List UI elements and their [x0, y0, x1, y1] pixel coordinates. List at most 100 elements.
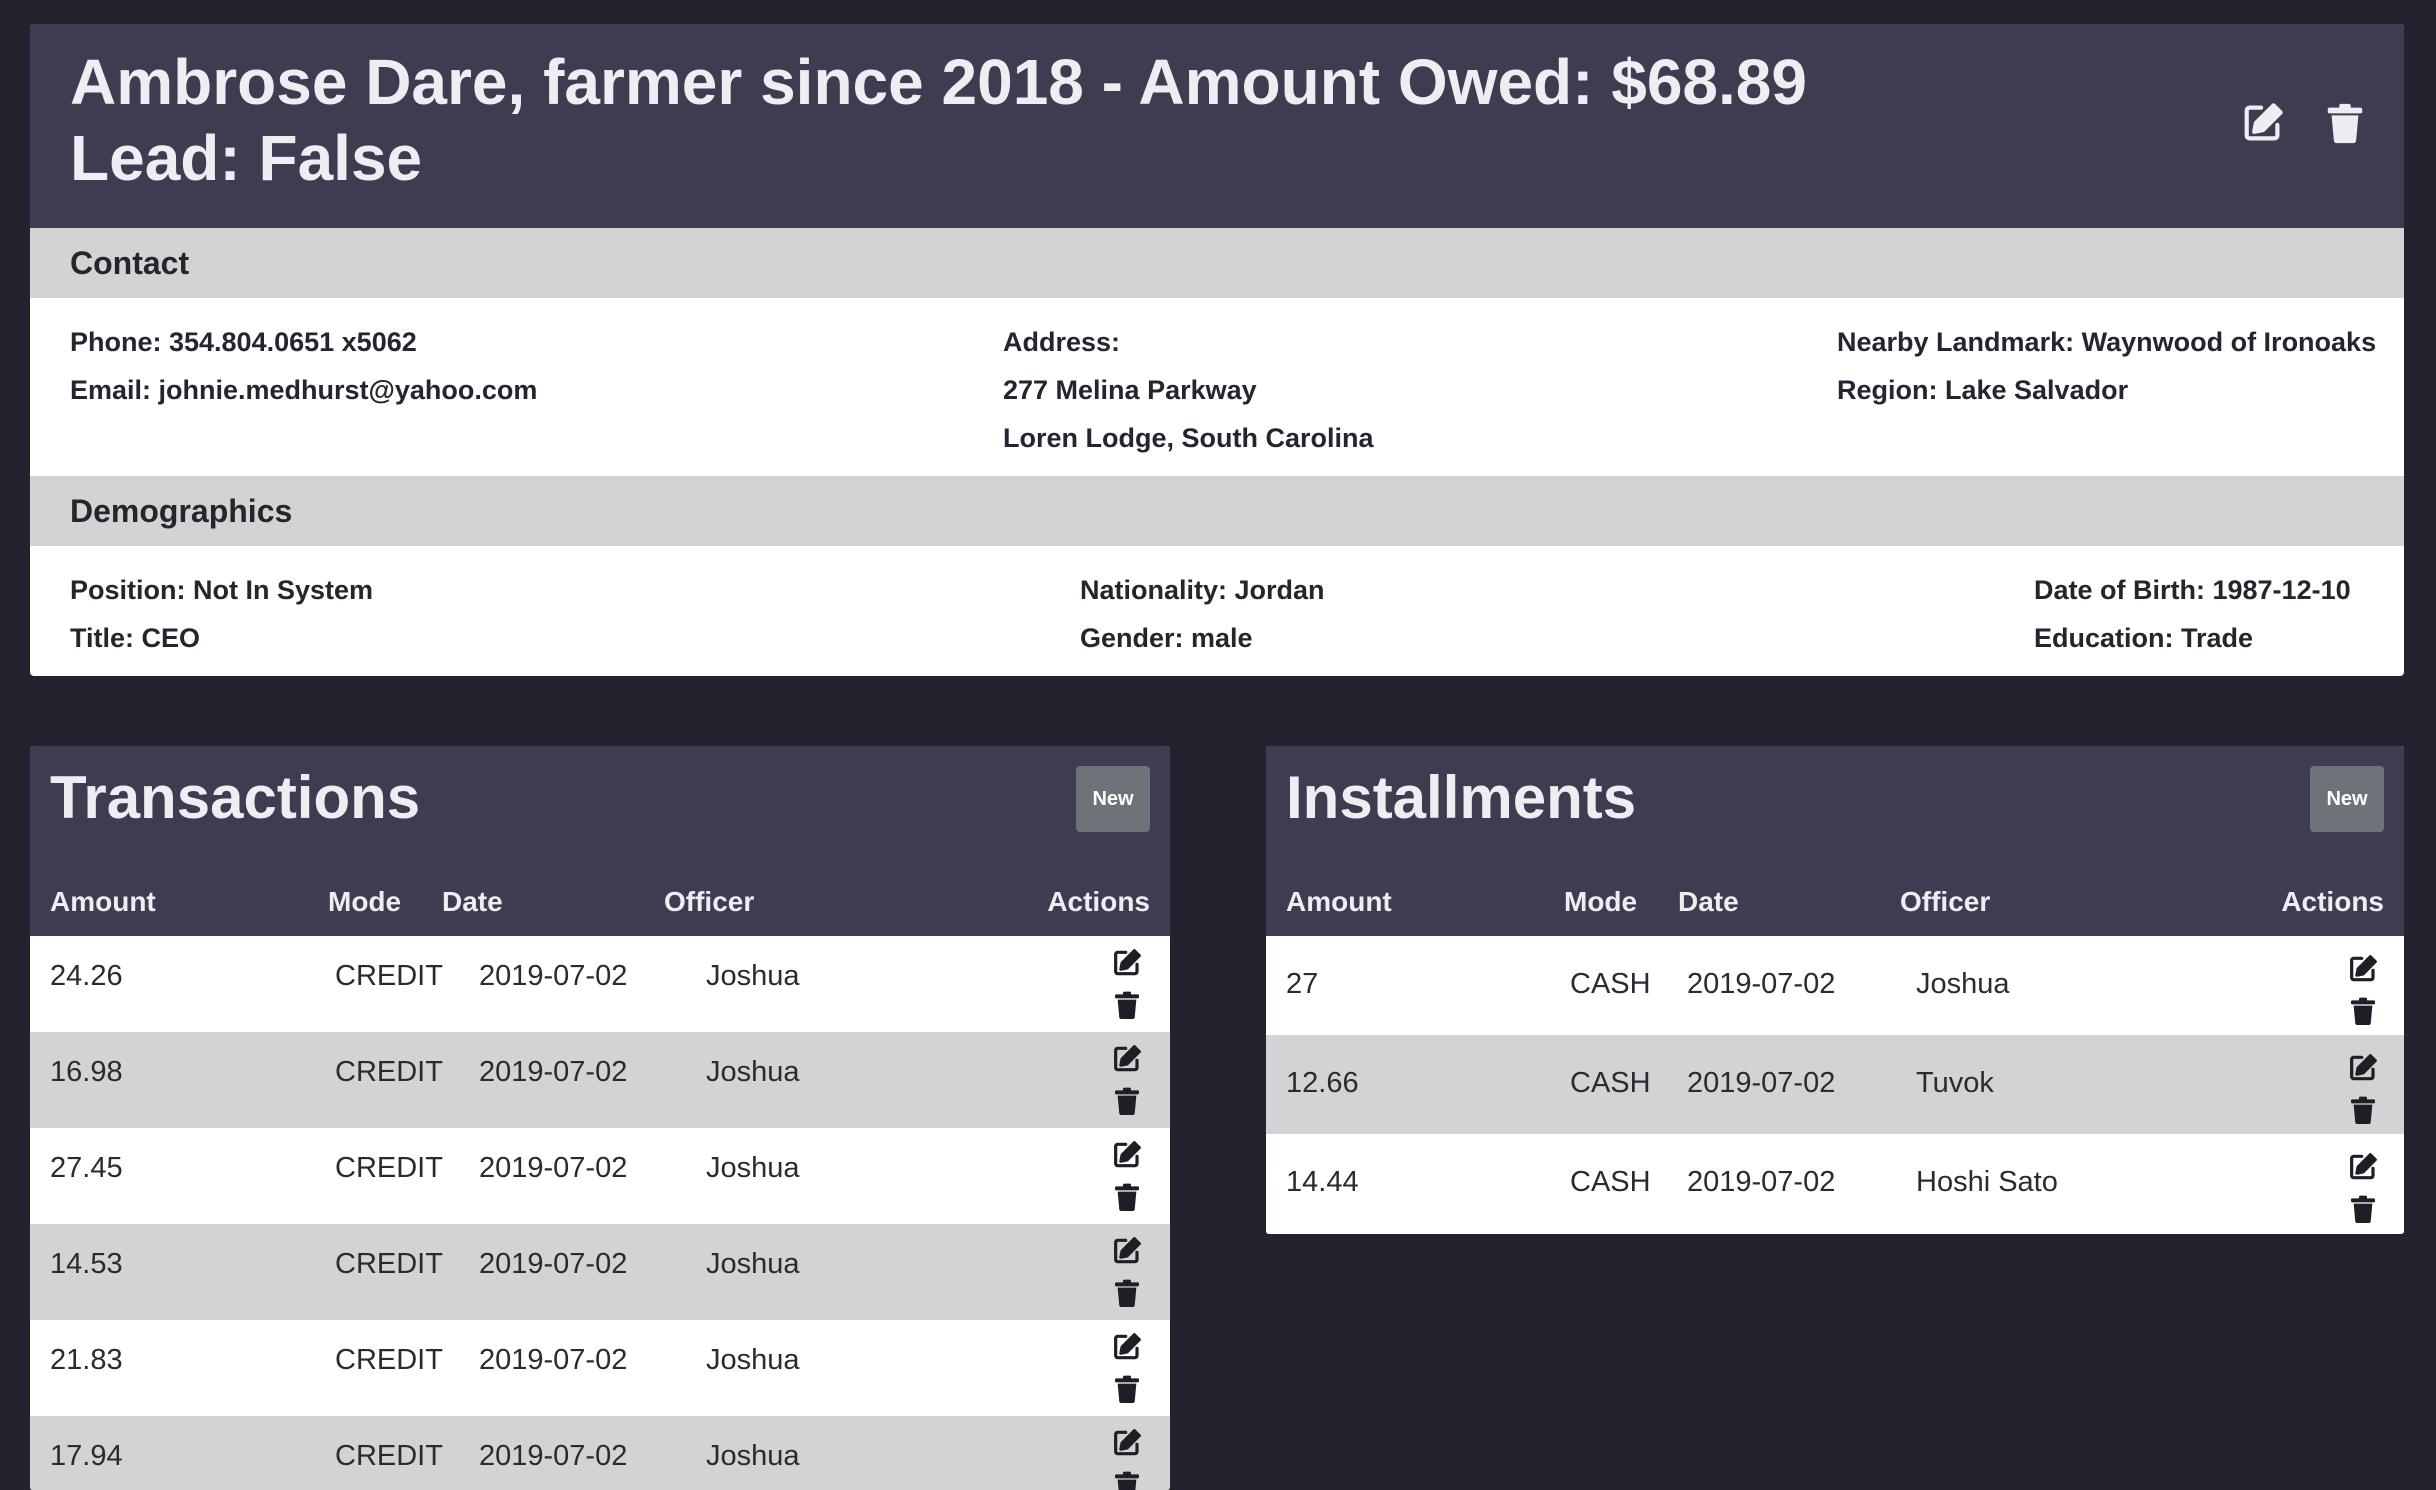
row-actions	[1109, 946, 1145, 1022]
cell-officer: Tuvok	[1916, 1067, 1994, 1099]
cell-mode: CREDIT	[335, 1056, 443, 1088]
trash-icon[interactable]	[1109, 1276, 1145, 1310]
trash-icon[interactable]	[2322, 100, 2368, 146]
trash-icon[interactable]	[2345, 994, 2381, 1028]
column-header-mode[interactable]: Mode	[328, 880, 401, 924]
cell-date: 2019-07-02	[479, 960, 628, 992]
column-header-actions: Actions	[1047, 886, 1150, 917]
cell-date: 2019-07-02	[1687, 968, 1836, 1000]
table-row: 14.44 CASH 2019-07-02 Hoshi Sato	[1266, 1134, 2404, 1233]
cell-date: 2019-07-02	[479, 1056, 628, 1088]
installments-header: Installments New Amount Mode Date Office…	[1266, 746, 2404, 936]
edit-icon[interactable]	[2345, 1051, 2381, 1085]
edit-icon[interactable]	[2240, 100, 2286, 146]
row-actions	[2345, 952, 2381, 1028]
column-header-date[interactable]: Date	[1678, 880, 1739, 924]
column-header-actions: Actions	[2281, 886, 2384, 917]
nationality-field: Nationality: Jordan	[1080, 575, 1325, 605]
cell-date: 2019-07-02	[479, 1248, 628, 1280]
cell-date: 2019-07-02	[1687, 1166, 1836, 1198]
transactions-panel: Transactions New Amount Mode Date Office…	[30, 746, 1170, 1490]
cell-amount: 16.98	[50, 1056, 123, 1088]
cell-mode: CREDIT	[335, 960, 443, 992]
cell-amount: 17.94	[50, 1440, 123, 1472]
contact-col-right: Nearby Landmark: Waynwood of Ironoaks Re…	[1837, 318, 2376, 414]
cell-officer: Joshua	[706, 1440, 800, 1472]
new-transaction-button[interactable]: New	[1076, 766, 1150, 832]
column-header-date[interactable]: Date	[442, 880, 503, 924]
address-label: Address:	[1003, 327, 1121, 357]
dob-field: Date of Birth: 1987-12-10	[2034, 575, 2351, 605]
demographics-col-left: Position: Not In System Title: CEO	[70, 566, 373, 662]
trash-icon[interactable]	[2345, 1192, 2381, 1226]
cell-officer: Joshua	[1916, 968, 2010, 1000]
demographics-col-right: Date of Birth: 1987-12-10 Education: Tra…	[2034, 566, 2351, 662]
row-actions	[2345, 1150, 2381, 1226]
trash-icon[interactable]	[2345, 1093, 2381, 1127]
cell-mode: CREDIT	[335, 1248, 443, 1280]
trash-icon[interactable]	[1109, 988, 1145, 1022]
row-actions	[1109, 1138, 1145, 1214]
column-header-amount[interactable]: Amount	[1286, 880, 1392, 924]
demographics-section-header: Demographics	[30, 476, 2404, 546]
cell-date: 2019-07-02	[479, 1344, 628, 1376]
column-header-mode[interactable]: Mode	[1564, 880, 1637, 924]
cell-officer: Joshua	[706, 1248, 800, 1280]
cell-date: 2019-07-02	[479, 1152, 628, 1184]
edit-icon[interactable]	[1109, 1042, 1145, 1076]
edit-icon[interactable]	[2345, 952, 2381, 986]
edit-icon[interactable]	[1109, 1330, 1145, 1364]
landmark-field: Nearby Landmark: Waynwood of Ironoaks	[1837, 327, 2377, 357]
cell-mode: CREDIT	[335, 1440, 443, 1472]
cell-mode: CREDIT	[335, 1152, 443, 1184]
table-row: 24.26 CREDIT 2019-07-02 Joshua	[30, 936, 1170, 1032]
contact-section-header: Contact	[30, 228, 2404, 298]
trash-icon[interactable]	[1109, 1180, 1145, 1214]
cell-mode: CASH	[1570, 1067, 1651, 1099]
trash-icon[interactable]	[1109, 1468, 1145, 1490]
farmer-title-line1: Ambrose Dare, farmer since 2018 - Amount…	[70, 46, 1807, 118]
cell-mode: CASH	[1570, 1166, 1651, 1198]
row-actions	[2345, 1051, 2381, 1127]
cell-date: 2019-07-02	[1687, 1067, 1836, 1099]
demographics-section: Position: Not In System Title: CEO Natio…	[30, 546, 2404, 676]
cell-mode: CASH	[1570, 968, 1651, 1000]
farmer-card: Ambrose Dare, farmer since 2018 - Amount…	[30, 24, 2404, 676]
education-field: Education: Trade	[2034, 623, 2254, 653]
installments-table-body: 27 CASH 2019-07-02 Joshua 12.66 CASH 2019-07-0…	[1266, 936, 2404, 1233]
new-installment-button[interactable]: New	[2310, 766, 2384, 832]
column-header-officer[interactable]: Officer	[1900, 880, 1990, 924]
cell-amount: 27	[1286, 968, 1319, 1000]
farmer-actions	[2240, 100, 2368, 146]
cell-officer: Joshua	[706, 1152, 800, 1184]
gender-field: Gender: male	[1080, 623, 1253, 653]
table-row: 17.94 CREDIT 2019-07-02 Joshua	[30, 1416, 1170, 1490]
region-field: Region: Lake Salvador	[1837, 375, 2129, 405]
position-field: Position: Not In System	[70, 575, 374, 605]
edit-icon[interactable]	[2345, 1150, 2381, 1184]
edit-icon[interactable]	[1109, 946, 1145, 980]
installments-panel: Installments New Amount Mode Date Office…	[1266, 746, 2404, 1234]
farmer-title-line2: Lead: False	[70, 122, 423, 194]
row-actions	[1109, 1042, 1145, 1118]
table-row: 27.45 CREDIT 2019-07-02 Joshua	[30, 1128, 1170, 1224]
cell-date: 2019-07-02	[479, 1440, 628, 1472]
edit-icon[interactable]	[1109, 1138, 1145, 1172]
trash-icon[interactable]	[1109, 1372, 1145, 1406]
transactions-header: Transactions New Amount Mode Date Office…	[30, 746, 1170, 936]
column-header-amount[interactable]: Amount	[50, 880, 156, 924]
cell-amount: 21.83	[50, 1344, 123, 1376]
installments-column-headers: Amount Mode Date Officer Actions	[1266, 880, 2404, 924]
row-actions	[1109, 1330, 1145, 1406]
row-actions	[1109, 1426, 1145, 1490]
cell-officer: Joshua	[706, 1344, 800, 1376]
trash-icon[interactable]	[1109, 1084, 1145, 1118]
contact-col-left: Phone: 354.804.0651 x5062 Email: johnie.…	[70, 318, 537, 414]
table-row: 14.53 CREDIT 2019-07-02 Joshua	[30, 1224, 1170, 1320]
farmer-detail-page: Ambrose Dare, farmer since 2018 - Amount…	[0, 0, 2436, 1490]
column-header-officer[interactable]: Officer	[664, 880, 754, 924]
table-row: 21.83 CREDIT 2019-07-02 Joshua	[30, 1320, 1170, 1416]
cell-amount: 24.26	[50, 960, 123, 992]
edit-icon[interactable]	[1109, 1426, 1145, 1460]
edit-icon[interactable]	[1109, 1234, 1145, 1268]
